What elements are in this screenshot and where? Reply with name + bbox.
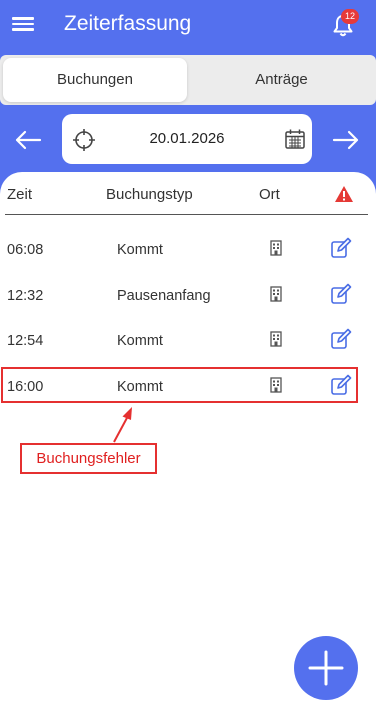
column-header-type: Buchungstyp [106, 186, 193, 203]
row-time: 06:08 [7, 242, 44, 258]
next-day-arrow-icon[interactable] [330, 124, 362, 156]
building-icon [270, 286, 282, 302]
date-selector: 20.01.2026 [62, 114, 312, 164]
building-icon [270, 240, 282, 256]
tab-buchungen[interactable]: Buchungen [3, 58, 187, 102]
error-highlight-box [1, 367, 358, 403]
edit-icon[interactable] [330, 283, 352, 305]
tab-bar: Buchungen Anträge [0, 55, 376, 105]
selected-date[interactable]: 20.01.2026 [62, 130, 312, 147]
warning-icon[interactable] [334, 185, 354, 203]
table-row[interactable]: 06:08 Kommt [0, 230, 376, 270]
edit-icon[interactable] [330, 237, 352, 259]
hamburger-menu-icon[interactable] [12, 14, 34, 34]
annotation-arrow-icon [113, 407, 132, 443]
calendar-icon[interactable] [284, 128, 306, 150]
plus-icon [308, 650, 344, 686]
row-type: Kommt [117, 333, 163, 349]
row-time: 12:32 [7, 288, 44, 304]
building-icon [270, 331, 282, 347]
row-time: 12:54 [7, 333, 44, 349]
row-type: Kommt [117, 242, 163, 258]
edit-icon[interactable] [330, 328, 352, 350]
error-annotation-label: Buchungsfehler [20, 443, 157, 474]
tab-antraege[interactable]: Anträge [190, 58, 373, 102]
column-header-location: Ort [259, 186, 280, 203]
table-row[interactable]: 12:32 Pausenanfang [0, 276, 376, 316]
add-booking-button[interactable] [294, 636, 358, 700]
column-header-time: Zeit [7, 186, 33, 203]
notification-badge: 12 [341, 9, 359, 24]
previous-day-arrow-icon[interactable] [12, 124, 44, 156]
app-title: Zeiterfassung [64, 12, 192, 35]
row-type: Pausenanfang [117, 288, 211, 304]
header-divider [5, 214, 368, 215]
table-row[interactable]: 12:54 Kommt [0, 321, 376, 361]
